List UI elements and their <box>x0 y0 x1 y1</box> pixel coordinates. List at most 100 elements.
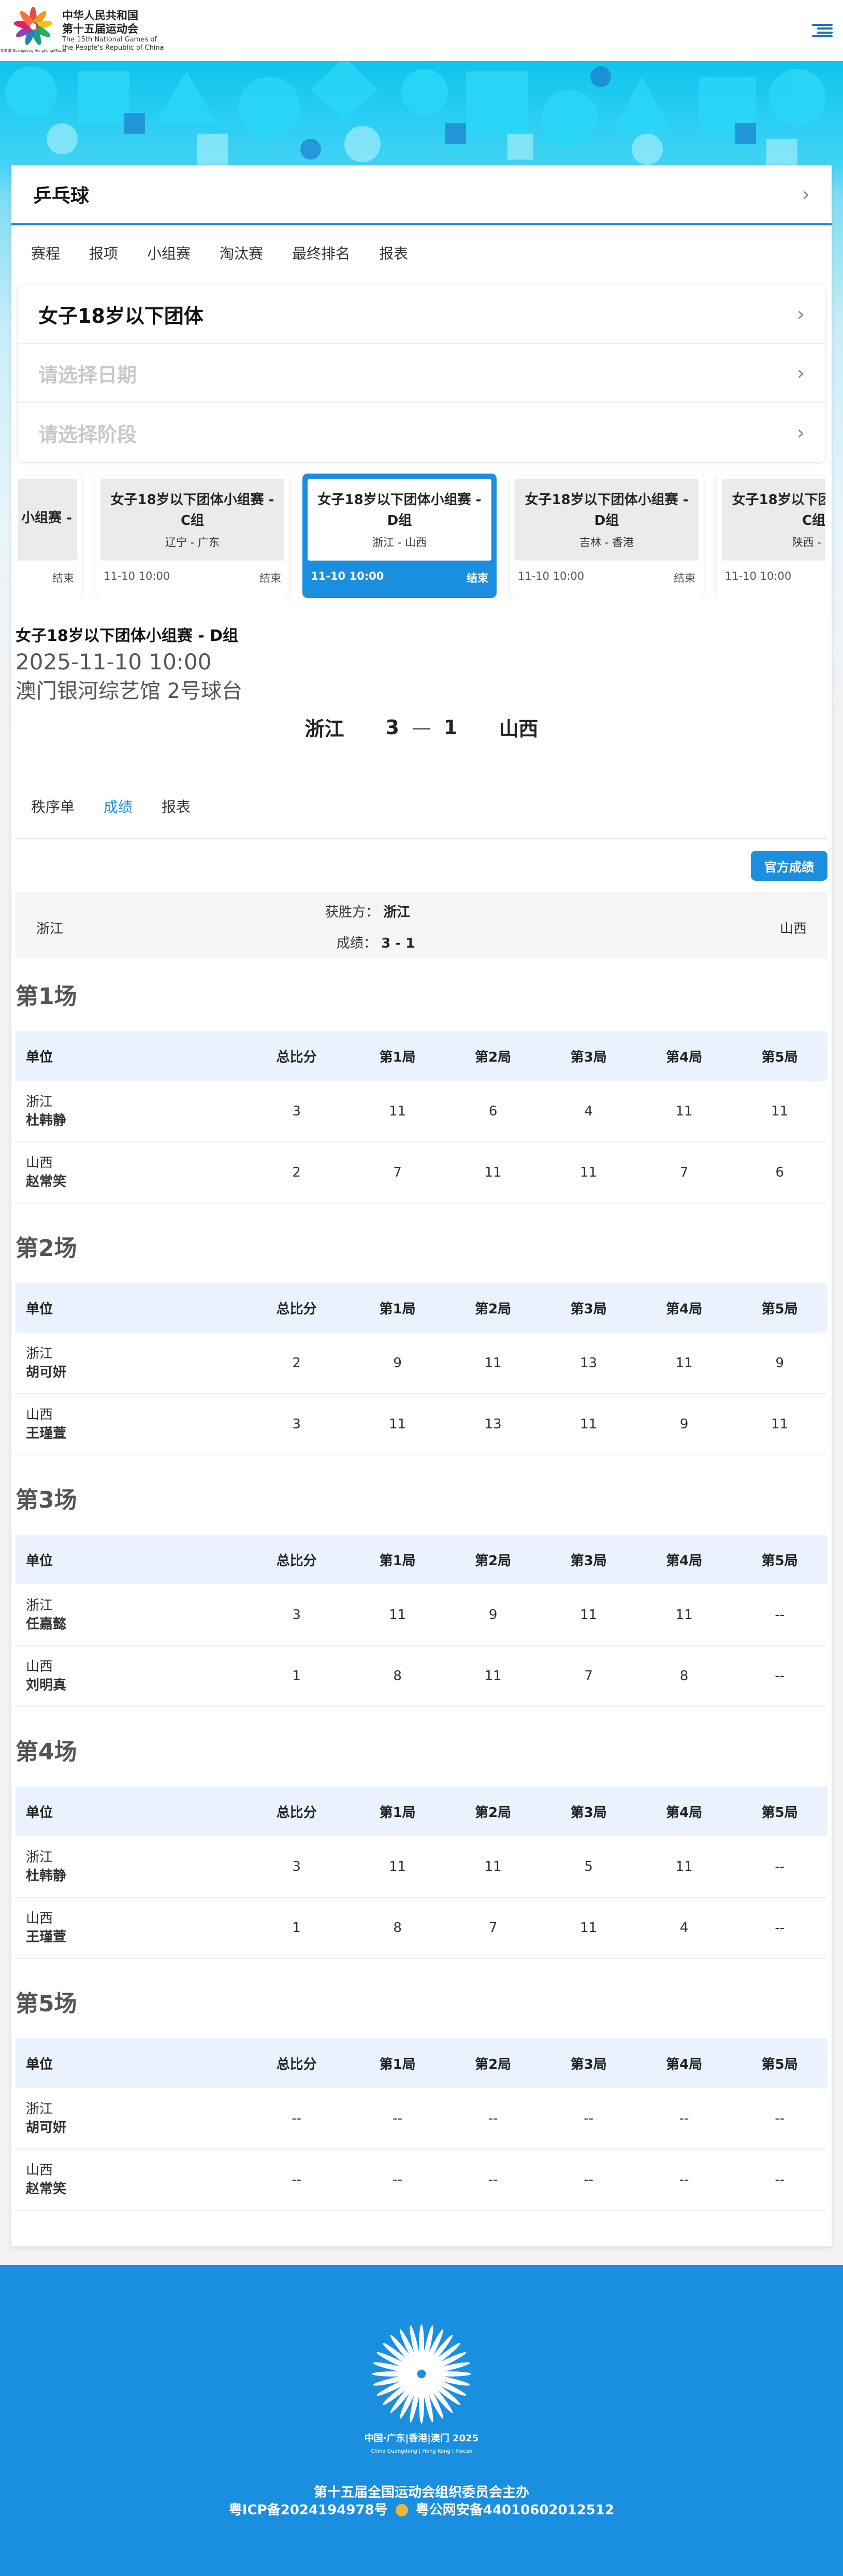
score-cell: 8 <box>350 1897 445 1959</box>
tab-order-sheet[interactable]: 秩序单 <box>31 796 75 817</box>
tab-group-stage[interactable]: 小组赛 <box>147 242 191 263</box>
score-cell: 7 <box>350 1142 445 1204</box>
score-cell: 4 <box>541 1081 636 1142</box>
games-footer-logo-icon: 中国·广东|香港|澳门 2025 China Guangdong | Hong … <box>365 2324 478 2454</box>
chevron-right-icon: › <box>802 182 810 206</box>
footer-registration: 粤ICP备2024194978号 粤公网安备44010602012512 <box>0 2499 843 2518</box>
column-header: 第3局 <box>541 1283 636 1333</box>
sport-header[interactable]: 乒乓球 › <box>11 165 832 225</box>
police-record-link[interactable]: 粤公网安备44010602012512 <box>416 2502 614 2518</box>
table-row: 浙江 任嘉懿 3 11 9 11 11 -- <box>16 1584 827 1646</box>
match-card-active[interactable]: 女子18岁以下团体小组赛 - D组 浙江 - 山西 11-10 10:00 结束 <box>302 474 497 598</box>
round-block: 第1场 单位 总比分 第1局 第2局 第3局 第4局 第5局 浙江 杜韩静 3 11 6 4 11 11 山西赵… <box>16 981 827 1204</box>
chevron-right-icon: › <box>796 421 805 444</box>
player-name: 杜韩静 <box>26 1112 67 1128</box>
tab-reports[interactable]: 报表 <box>379 242 408 263</box>
winner-summary: 浙江 获胜方： 浙江 成绩： 3 - 1 山西 <box>16 892 827 958</box>
score-cell: 11 <box>541 1394 636 1455</box>
player-name: 刘明真 <box>26 1678 67 1693</box>
winner-label: 获胜方： <box>325 905 380 920</box>
tab-schedule[interactable]: 赛程 <box>31 242 60 263</box>
match-card[interactable]: 女子18岁以下团体小组赛 - D组 吉林 - 香港 11-10 10:00 结束 <box>510 474 704 598</box>
score-cell: 11 <box>445 1333 541 1394</box>
away-score: 1 <box>444 715 458 739</box>
home-score: 3 <box>385 715 399 739</box>
score-cell: 11 <box>350 1394 445 1455</box>
police-badge-icon <box>395 2504 408 2516</box>
score-cell: 6 <box>445 1081 541 1142</box>
match-card-teams: 吉林 - 香港 <box>579 536 634 549</box>
tab-final-ranking[interactable]: 最终排名 <box>292 242 350 263</box>
sport-title: 乒乓球 <box>33 185 90 207</box>
score-cell: -- <box>445 2088 541 2150</box>
site-footer: 中国·广东|香港|澳门 2025 China Guangdong | Hong … <box>0 2265 843 2576</box>
icp-link[interactable]: 粤ICP备2024194978号 <box>229 2502 388 2518</box>
column-header: 单位 <box>16 2038 243 2088</box>
official-results-button[interactable]: 官方成绩 <box>751 851 827 881</box>
column-header: 第2局 <box>445 1535 541 1584</box>
match-scoreline: 浙江 3 — 1 山西 <box>11 713 832 741</box>
column-header: 单位 <box>16 1031 243 1081</box>
match-card-time: 11-10 10:00 <box>104 570 170 582</box>
unit-name: 山西 <box>26 1155 53 1171</box>
winner-right-team: 山西 <box>779 921 807 937</box>
tab-results[interactable]: 成绩 <box>104 796 133 817</box>
stage-selector[interactable]: 请选择阶段 › <box>18 403 825 462</box>
unit-cell: 浙江 任嘉懿 <box>16 1584 243 1646</box>
score-cell: 2 <box>243 1333 350 1394</box>
score-cell: -- <box>636 2149 732 2211</box>
match-card-time: 11-10 10:00 <box>725 570 792 582</box>
date-selector[interactable]: 请选择日期 › <box>18 344 825 403</box>
winner-value: 浙江 <box>383 905 411 920</box>
unit-name: 浙江 <box>26 1346 53 1362</box>
score-cell: 11 <box>636 1584 732 1646</box>
score-cell: 5 <box>541 1836 636 1898</box>
unit-cell: 山西 赵常笑 <box>16 1142 243 1204</box>
table-row: 浙江 杜韩静 3 11 11 5 11 -- <box>16 1836 827 1898</box>
score-cell: -- <box>541 2149 636 2211</box>
tab-match-report[interactable]: 报表 <box>162 796 191 817</box>
match-card-title: 女子18岁以下团体小组赛 - D组 <box>525 492 689 528</box>
tab-entries[interactable]: 报项 <box>89 242 118 263</box>
round-title: 第3场 <box>16 1487 77 1513</box>
table-row: 山西 王瑾萱 3 11 13 11 9 11 <box>16 1394 827 1455</box>
round-block: 第2场 单位 总比分 第1局 第2局 第3局 第4局 第5局 浙江 胡可妍 2 9 11 13 11 9 山西王… <box>16 1233 827 1455</box>
unit-name: 浙江 <box>26 1849 53 1865</box>
match-card-carousel[interactable]: 小组赛 - 结束 女子18岁以下团体小组赛 - C组 辽宁 - 广东 11-10 … <box>18 474 825 598</box>
chevron-right-icon: › <box>796 362 805 384</box>
match-card-teams: 辽宁 - 广东 <box>165 536 220 549</box>
column-header: 第1局 <box>350 2038 445 2088</box>
score-cell: 6 <box>732 1142 827 1204</box>
unit-name: 山西 <box>26 1407 53 1423</box>
match-card-teams: 浙江 - 山西 <box>372 536 427 549</box>
column-header: 第5局 <box>732 1283 827 1333</box>
unit-cell: 浙江 胡可妍 <box>16 1333 243 1394</box>
score-cell: -- <box>636 2088 732 2150</box>
score-cell: 1 <box>243 1645 350 1707</box>
round-score-table: 单位 总比分 第1局 第2局 第3局 第4局 第5局 浙江 杜韩静 3 11 6 4 11 11 山西 赵常笑 2… <box>16 1031 827 1204</box>
column-header: 第5局 <box>732 2038 827 2088</box>
column-header: 第4局 <box>636 2038 732 2088</box>
match-card[interactable]: 女子18岁以下团体小组赛 - C组陕西 - 四 11-10 10:00 <box>717 474 825 598</box>
column-header: 第1局 <box>350 1283 445 1333</box>
away-team: 山西 <box>499 718 539 740</box>
round-block: 第4场 单位 总比分 第1局 第2局 第3局 第4局 第5局 浙江 杜韩静 3 11 11 5 11 -- 山西… <box>16 1737 827 1959</box>
player-name: 王瑾萱 <box>26 1426 67 1441</box>
match-venue: 澳门银河综艺馆 2号球台 <box>16 679 243 703</box>
site-logo[interactable]: 粤港澳 Guangdong·HongKong·Macao 中华人民共和国 第十五… <box>1 6 164 55</box>
date-selector-placeholder: 请选择日期 <box>38 363 137 387</box>
match-card-status: 结束 <box>674 572 695 584</box>
event-selector[interactable]: 女子18岁以下团体 › <box>18 285 825 344</box>
match-card-title: 女子18岁以下团体小组赛 - C组 <box>732 492 825 528</box>
match-card[interactable]: 小组赛 - 结束 <box>18 474 82 598</box>
column-header: 第3局 <box>541 2038 636 2088</box>
column-header: 总比分 <box>243 1283 350 1333</box>
column-header: 第2局 <box>445 1283 541 1333</box>
score-cell: -- <box>445 2149 541 2211</box>
tab-knockout[interactable]: 淘汰赛 <box>220 242 263 263</box>
score-cell: 9 <box>732 1333 827 1394</box>
menu-icon[interactable] <box>812 21 833 40</box>
score-cell: 13 <box>445 1394 541 1455</box>
match-datetime: 2025-11-10 10:00 <box>16 649 212 675</box>
match-card[interactable]: 女子18岁以下团体小组赛 - C组 辽宁 - 广东 11-10 10:00 结束 <box>95 474 289 598</box>
